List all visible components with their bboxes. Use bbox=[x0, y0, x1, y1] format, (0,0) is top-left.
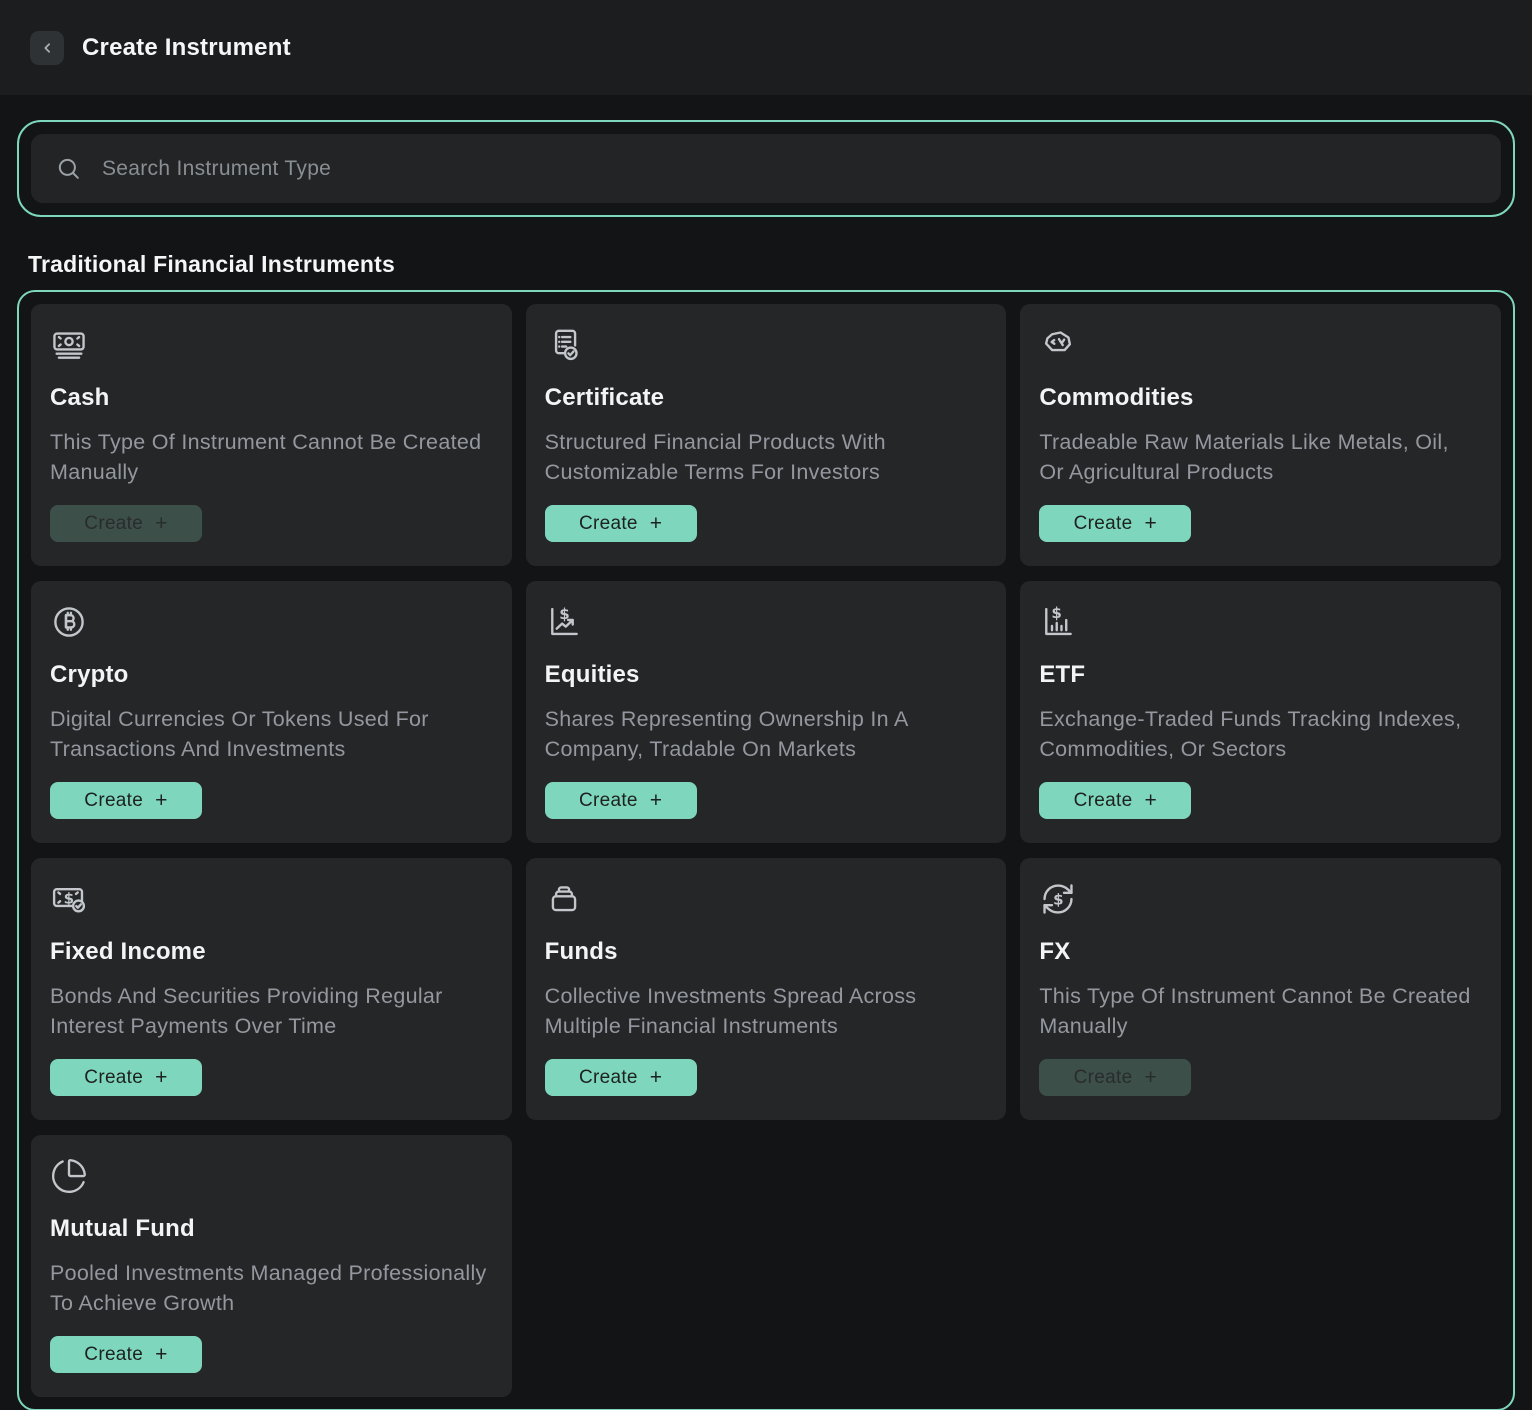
instrument-card-fx: $ FX This Type Of Instrument Cannot Be C… bbox=[1020, 858, 1501, 1120]
search-icon bbox=[55, 155, 82, 182]
card-title: Fixed Income bbox=[50, 938, 490, 966]
card-title: Mutual Fund bbox=[50, 1215, 490, 1243]
plus-icon: + bbox=[155, 790, 168, 811]
create-button-label: Create bbox=[84, 1344, 143, 1366]
app-header: Create Instrument bbox=[0, 0, 1532, 95]
create-button[interactable]: Create + bbox=[50, 1059, 202, 1096]
instrument-card-etf: $ ETF Exchange-Traded Funds Tracking Ind… bbox=[1020, 581, 1501, 843]
cash-icon bbox=[50, 326, 490, 364]
instrument-card-funds: Funds Collective Investments Spread Acro… bbox=[526, 858, 1007, 1120]
create-button-label: Create bbox=[84, 513, 143, 535]
plus-icon: + bbox=[155, 513, 168, 534]
page-title: Create Instrument bbox=[82, 34, 291, 62]
instrument-card-cash: Cash This Type Of Instrument Cannot Be C… bbox=[31, 304, 512, 566]
search-input[interactable] bbox=[102, 157, 1477, 181]
commodities-icon bbox=[1039, 326, 1479, 364]
plus-icon: + bbox=[155, 1344, 168, 1365]
plus-icon: + bbox=[650, 1067, 663, 1088]
create-button[interactable]: Create + bbox=[50, 1336, 202, 1373]
create-button-label: Create bbox=[579, 513, 638, 535]
crypto-icon bbox=[50, 603, 490, 641]
search-field[interactable] bbox=[31, 134, 1501, 203]
instrument-grid: Cash This Type Of Instrument Cannot Be C… bbox=[31, 304, 1501, 1397]
plus-icon: + bbox=[1144, 513, 1157, 534]
card-title: Certificate bbox=[545, 384, 985, 412]
card-description: This Type Of Instrument Cannot Be Create… bbox=[50, 427, 490, 487]
instrument-grid-container: Cash This Type Of Instrument Cannot Be C… bbox=[17, 290, 1515, 1410]
svg-text:$: $ bbox=[1052, 604, 1062, 622]
create-button-disabled: Create + bbox=[1039, 1059, 1191, 1096]
instrument-card-equities: $ Equities Shares Representing Ownership… bbox=[526, 581, 1007, 843]
create-button-label: Create bbox=[84, 1067, 143, 1089]
card-description: Tradeable Raw Materials Like Metals, Oil… bbox=[1039, 427, 1479, 487]
plus-icon: + bbox=[1144, 1067, 1157, 1088]
create-button-disabled: Create + bbox=[50, 505, 202, 542]
create-button[interactable]: Create + bbox=[545, 505, 697, 542]
create-button[interactable]: Create + bbox=[1039, 505, 1191, 542]
card-title: Cash bbox=[50, 384, 490, 412]
create-button-label: Create bbox=[84, 790, 143, 812]
card-description: Bonds And Securities Providing Regular I… bbox=[50, 981, 490, 1041]
chevron-left-icon bbox=[37, 38, 57, 58]
create-button-label: Create bbox=[1074, 790, 1133, 812]
create-button[interactable]: Create + bbox=[545, 782, 697, 819]
plus-icon: + bbox=[650, 790, 663, 811]
plus-icon: + bbox=[1144, 790, 1157, 811]
card-title: Crypto bbox=[50, 661, 490, 689]
create-button-label: Create bbox=[579, 790, 638, 812]
instrument-card-fixed-income: $ Fixed Income Bonds And Securities Prov… bbox=[31, 858, 512, 1120]
instrument-card-mutual-fund: Mutual Fund Pooled Investments Managed P… bbox=[31, 1135, 512, 1397]
back-button[interactable] bbox=[30, 31, 64, 65]
instrument-card-certificate: Certificate Structured Financial Product… bbox=[526, 304, 1007, 566]
card-description: Structured Financial Products With Custo… bbox=[545, 427, 985, 487]
card-description: Shares Representing Ownership In A Compa… bbox=[545, 704, 985, 764]
fx-icon: $ bbox=[1039, 880, 1479, 918]
card-title: Commodities bbox=[1039, 384, 1479, 412]
create-button-label: Create bbox=[579, 1067, 638, 1089]
section-title: Traditional Financial Instruments bbox=[28, 251, 1532, 278]
card-title: FX bbox=[1039, 938, 1479, 966]
equities-icon: $ bbox=[545, 603, 985, 641]
create-button[interactable]: Create + bbox=[545, 1059, 697, 1096]
instrument-card-commodities: Commodities Tradeable Raw Materials Like… bbox=[1020, 304, 1501, 566]
card-description: Pooled Investments Managed Professionall… bbox=[50, 1258, 490, 1318]
create-button[interactable]: Create + bbox=[50, 782, 202, 819]
plus-icon: + bbox=[650, 513, 663, 534]
instrument-card-crypto: Crypto Digital Currencies Or Tokens Used… bbox=[31, 581, 512, 843]
create-button-label: Create bbox=[1074, 1067, 1133, 1089]
card-description: This Type Of Instrument Cannot Be Create… bbox=[1039, 981, 1479, 1041]
funds-icon bbox=[545, 880, 985, 918]
create-button[interactable]: Create + bbox=[1039, 782, 1191, 819]
card-title: Funds bbox=[545, 938, 985, 966]
svg-text:$: $ bbox=[1053, 891, 1063, 909]
mutual-fund-icon bbox=[50, 1157, 490, 1195]
create-button-label: Create bbox=[1074, 513, 1133, 535]
certificate-icon bbox=[545, 326, 985, 364]
card-title: ETF bbox=[1039, 661, 1479, 689]
card-title: Equities bbox=[545, 661, 985, 689]
etf-icon: $ bbox=[1039, 603, 1479, 641]
card-description: Digital Currencies Or Tokens Used For Tr… bbox=[50, 704, 490, 764]
plus-icon: + bbox=[155, 1067, 168, 1088]
search-container bbox=[17, 120, 1515, 217]
fixed-income-icon: $ bbox=[50, 880, 490, 918]
card-description: Exchange-Traded Funds Tracking Indexes, … bbox=[1039, 704, 1479, 764]
card-description: Collective Investments Spread Across Mul… bbox=[545, 981, 985, 1041]
